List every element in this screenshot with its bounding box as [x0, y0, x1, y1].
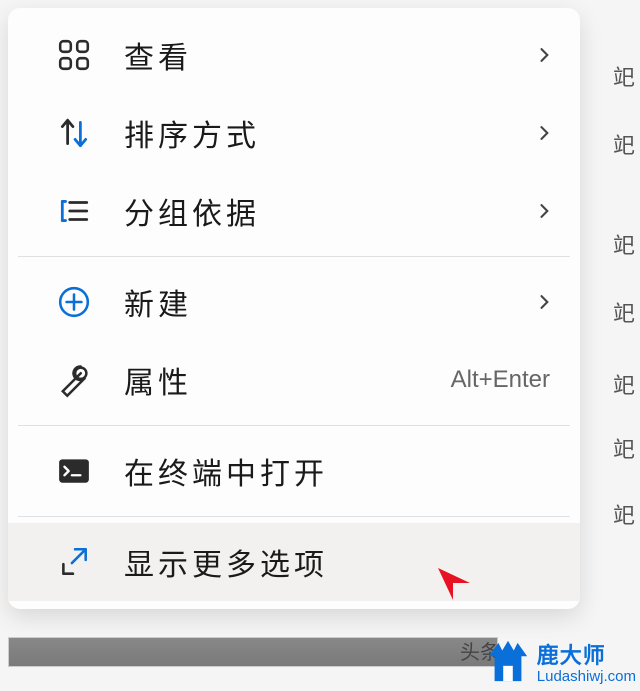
group-icon [54, 191, 94, 231]
watermark-url: Ludashiwj.com [537, 668, 636, 685]
watermark: 鹿大师 Ludashiwj.com [485, 638, 636, 685]
menu-separator [18, 516, 570, 517]
watermark-logo-icon [485, 639, 531, 685]
menu-label: 在终端中打开 [124, 449, 556, 493]
menu-label: 新建 [124, 280, 532, 324]
watermark-name: 鹿大师 [537, 638, 606, 670]
menu-item-group[interactable]: 分组依据 [8, 172, 580, 250]
menu-label: 分组依据 [124, 189, 532, 233]
bg-item: 䇃 [613, 228, 635, 260]
bg-item: 䇃 [613, 128, 635, 160]
bg-item: 䇃 [613, 498, 635, 530]
menu-item-terminal[interactable]: 在终端中打开 [8, 432, 580, 510]
menu-label: 属性 [124, 358, 451, 402]
window-edge [8, 637, 498, 667]
bg-item: 䇃 [613, 296, 635, 328]
view-icon [54, 35, 94, 75]
properties-icon [54, 360, 94, 400]
sort-icon [54, 113, 94, 153]
context-menu: 查看 排序方式 分组依据 [8, 8, 580, 609]
chevron-right-icon [532, 43, 556, 67]
bg-item: 䇃 [613, 432, 635, 464]
annotation-arrow-icon [435, 565, 525, 635]
show-more-icon [54, 542, 94, 582]
menu-item-properties[interactable]: 属性 Alt+Enter [8, 341, 580, 419]
menu-item-view[interactable]: 查看 [8, 16, 580, 94]
menu-separator [18, 425, 570, 426]
chevron-right-icon [532, 199, 556, 223]
bg-item: 䇃 [613, 368, 635, 400]
menu-item-new[interactable]: 新建 [8, 263, 580, 341]
bg-item: 䇃 [613, 60, 635, 92]
chevron-right-icon [532, 121, 556, 145]
chevron-right-icon [532, 290, 556, 314]
menu-shortcut: Alt+Enter [451, 366, 550, 394]
new-icon [54, 282, 94, 322]
terminal-icon [54, 451, 94, 491]
menu-item-sort[interactable]: 排序方式 [8, 94, 580, 172]
menu-separator [18, 256, 570, 257]
menu-label: 排序方式 [124, 111, 532, 155]
menu-label: 查看 [124, 33, 532, 77]
